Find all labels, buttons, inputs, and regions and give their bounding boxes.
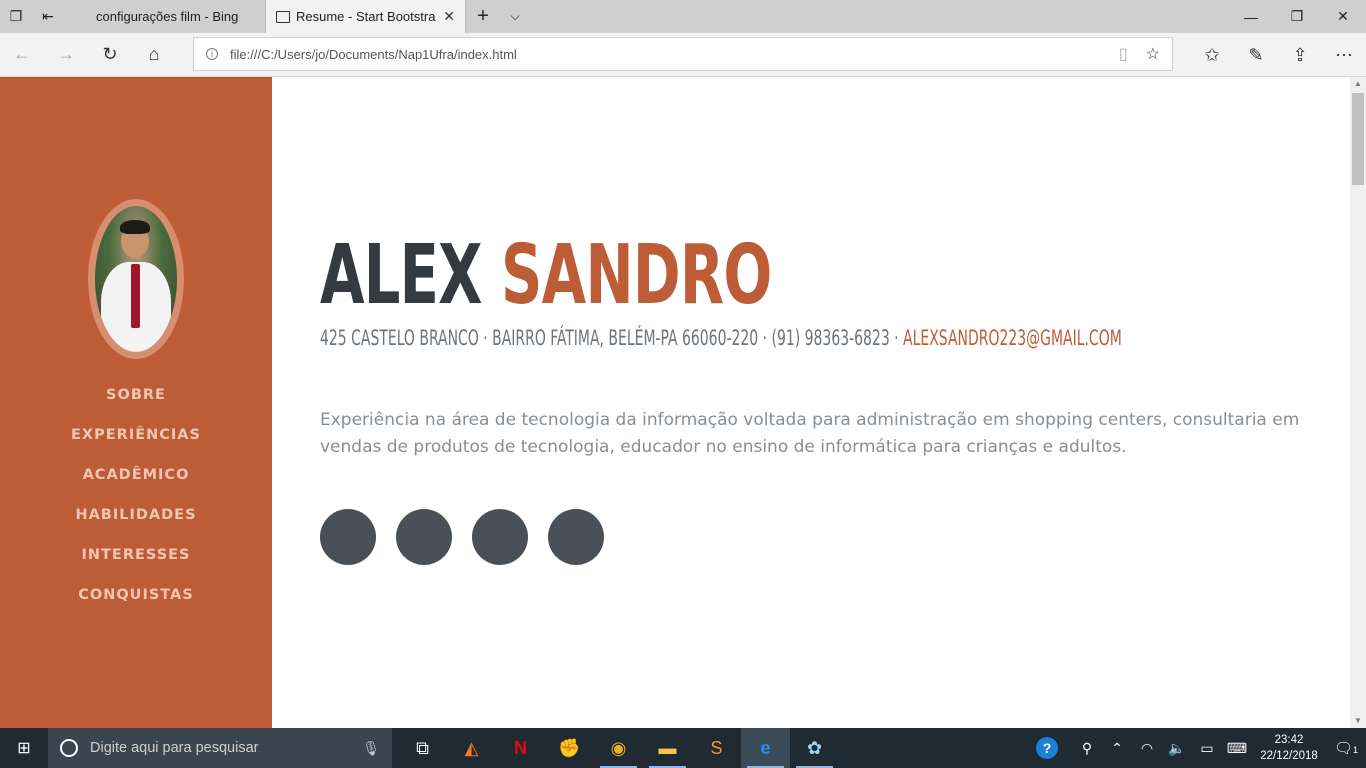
- close-tab-icon[interactable]: ✕: [443, 8, 455, 25]
- netflix-icon[interactable]: N: [496, 728, 545, 768]
- page-icon: [276, 10, 290, 23]
- clock-time: 23:42: [1274, 734, 1304, 746]
- sidebar: SOBRE EXPERIÊNCIAS ACADÊMICO HABILIDADES…: [0, 77, 272, 728]
- last-name: SANDRO: [501, 228, 772, 323]
- people-icon[interactable]: ⚲: [1072, 740, 1102, 757]
- edge-icon[interactable]: e: [741, 728, 790, 768]
- navigation-bar: ← → ↻ ⌂ i file:///C:/Users/jo/Documents/…: [0, 33, 1366, 77]
- reading-view-icon[interactable]: ▯: [1119, 44, 1128, 64]
- scroll-down-icon[interactable]: ▼: [1350, 714, 1366, 728]
- first-name: ALEX: [320, 228, 483, 323]
- vertical-scrollbar[interactable]: ▲ ▼: [1350, 77, 1366, 728]
- contact-line: 425 Castelo Branco · Bairro Fátima, Belé…: [320, 326, 1122, 350]
- tab-resume[interactable]: Resume - Start Bootstra ✕: [266, 0, 466, 33]
- search-placeholder: Digite aqui para pesquisar: [90, 740, 259, 756]
- tab-bing[interactable]: configurações film - Bing: [64, 0, 266, 33]
- scroll-up-icon[interactable]: ▲: [1350, 77, 1366, 91]
- minimize-button[interactable]: —: [1228, 0, 1274, 33]
- clock[interactable]: 23:42 22/12/2018: [1252, 732, 1326, 764]
- nav-link-sobre[interactable]: SOBRE: [0, 383, 272, 423]
- notification-center-icon[interactable]: 🗨1: [1326, 739, 1366, 757]
- social-icons: [320, 509, 604, 565]
- social-icon-3[interactable]: [472, 509, 528, 565]
- share-icon[interactable]: ⇪: [1278, 33, 1322, 77]
- page-title: ALEX SANDRO: [320, 235, 772, 317]
- refresh-button[interactable]: ↻: [88, 33, 132, 77]
- paint-icon[interactable]: ✿: [790, 728, 839, 768]
- nav-link-interesses[interactable]: INTERESSES: [0, 543, 272, 583]
- tab-title: configurações film - Bing: [96, 9, 239, 24]
- profile-photo: [88, 199, 184, 359]
- nav-link-habilidades[interactable]: HABILIDADES: [0, 503, 272, 543]
- address-line: 425 Castelo Branco · Bairro Fátima, Belé…: [320, 326, 904, 350]
- page-content: SOBRE EXPERIÊNCIAS ACADÊMICO HABILIDADES…: [0, 77, 1350, 728]
- file-explorer-icon[interactable]: ▬: [643, 728, 692, 768]
- keyboard-icon[interactable]: ⌨: [1222, 740, 1252, 757]
- taskbar: ⊞ Digite aqui para pesquisar 🎙 ⧉ ◭ N ✊ ◉…: [0, 728, 1366, 768]
- taskbar-search[interactable]: Digite aqui para pesquisar 🎙: [48, 728, 392, 768]
- back-button[interactable]: ←: [0, 33, 44, 77]
- social-icon-4[interactable]: [548, 509, 604, 565]
- clock-date: 22/12/2018: [1260, 750, 1318, 762]
- system-tray: ? ⚲ ⌃ ◠ 🔈 ▭ ⌨ 23:42 22/12/2018 🗨1: [1026, 728, 1366, 768]
- wifi-icon[interactable]: ◠: [1132, 740, 1162, 757]
- volume-icon[interactable]: 🔈: [1162, 740, 1192, 757]
- set-aside-tabs-icon[interactable]: ⇤: [32, 0, 64, 33]
- lead-text: Experiência na área de tecnologia da inf…: [320, 410, 1300, 457]
- social-icon-1[interactable]: [320, 509, 376, 565]
- favorite-star-icon[interactable]: ☆: [1146, 44, 1160, 64]
- task-view-icon[interactable]: ⧉: [398, 728, 447, 768]
- tab-manager-icon[interactable]: ❐: [0, 0, 32, 33]
- sublime-text-icon[interactable]: S: [692, 728, 741, 768]
- forward-button[interactable]: →: [44, 33, 88, 77]
- tab-title: Resume - Start Bootstra: [296, 9, 436, 24]
- pen-icon[interactable]: ✎: [1234, 33, 1278, 77]
- tab-preview-dropdown[interactable]: ⌵: [500, 0, 530, 33]
- home-button[interactable]: ⌂: [132, 33, 176, 77]
- email-link[interactable]: alexsandro223@gmail.com: [903, 326, 1122, 350]
- scrollbar-thumb[interactable]: [1352, 93, 1364, 185]
- avatar: [95, 206, 177, 352]
- microphone-icon[interactable]: 🎙: [362, 740, 380, 757]
- tab-bar: ❐ ⇤ configurações film - Bing Resume - S…: [0, 0, 1366, 33]
- help-icon[interactable]: ?: [1036, 737, 1058, 759]
- battery-icon[interactable]: ▭: [1192, 740, 1222, 757]
- notification-count: 1: [1353, 745, 1359, 755]
- more-icon[interactable]: ⋯: [1322, 33, 1366, 77]
- favorites-icon[interactable]: ✩: [1190, 33, 1234, 77]
- nav-link-academico[interactable]: ACADÊMICO: [0, 463, 272, 503]
- game-app-icon[interactable]: ✊: [545, 728, 594, 768]
- chevron-up-icon[interactable]: ⌃: [1102, 740, 1132, 757]
- info-icon[interactable]: i: [206, 48, 218, 60]
- address-text: file:///C:/Users/jo/Documents/Nap1Ufra/i…: [230, 46, 517, 62]
- new-tab-button[interactable]: +: [466, 0, 500, 33]
- avast-icon[interactable]: ◭: [447, 728, 496, 768]
- address-bar[interactable]: i file:///C:/Users/jo/Documents/Nap1Ufra…: [193, 37, 1173, 71]
- cortana-icon: [60, 739, 78, 757]
- restore-button[interactable]: ❐: [1274, 0, 1320, 33]
- sidebar-nav: SOBRE EXPERIÊNCIAS ACADÊMICO HABILIDADES…: [0, 383, 272, 623]
- nav-link-conquistas[interactable]: CONQUISTAS: [0, 583, 272, 623]
- social-icon-2[interactable]: [396, 509, 452, 565]
- windows-start-icon[interactable]: ⊞: [0, 728, 48, 768]
- nav-link-experiencias[interactable]: EXPERIÊNCIAS: [0, 423, 272, 463]
- chrome-icon[interactable]: ◉: [594, 728, 643, 768]
- close-window-button[interactable]: ✕: [1320, 0, 1366, 33]
